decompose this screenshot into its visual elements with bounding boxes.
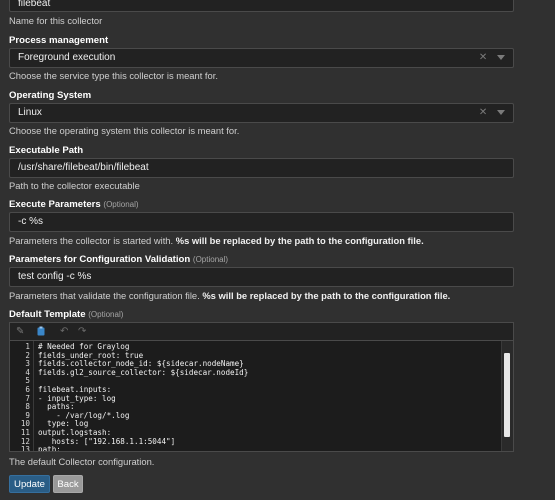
validation-parameters-label-text: Parameters for Configuration Validation xyxy=(9,254,191,265)
redo-icon[interactable]: ↷ xyxy=(78,326,86,337)
execute-parameters-input[interactable]: -c %s xyxy=(9,212,514,232)
operating-system-help: Choose the operating system this collect… xyxy=(9,125,240,136)
execute-parameters-value: -c %s xyxy=(18,216,43,227)
execute-parameters-label: Execute Parameters (Optional) xyxy=(9,199,139,210)
process-management-label: Process management xyxy=(9,35,109,46)
scrollbar-thumb[interactable] xyxy=(504,353,510,437)
copy-icon[interactable] xyxy=(37,326,45,339)
update-button[interactable]: Update xyxy=(9,475,50,493)
execute-parameters-label-text: Execute Parameters xyxy=(9,199,101,210)
clear-icon[interactable]: ✕ xyxy=(479,52,487,63)
line-number: 13 xyxy=(20,445,30,452)
code-line: path: xyxy=(38,445,61,452)
help-bold-text: %s will be replaced by the path to the c… xyxy=(202,290,451,301)
default-template-label: Default Template (Optional) xyxy=(9,309,123,320)
back-button[interactable]: Back xyxy=(53,475,83,493)
validation-parameters-value: test config -c %s xyxy=(18,271,92,282)
pencil-icon[interactable]: ✎ xyxy=(16,326,24,337)
operating-system-value: Linux xyxy=(18,107,42,118)
editor-scrollbar[interactable] xyxy=(501,341,513,451)
process-management-value: Foreground execution xyxy=(18,52,116,63)
execute-parameters-help: Parameters the collector is started with… xyxy=(9,235,424,246)
process-management-help: Choose the service type this collector i… xyxy=(9,70,218,81)
clear-icon[interactable]: ✕ xyxy=(479,107,487,118)
undo-icon[interactable]: ↶ xyxy=(60,326,68,337)
code-editor[interactable]: 1 2 3 4 5 6 7 8 9 10 11 12 13 # Needed for Graylog fi… xyxy=(9,341,514,452)
process-management-select[interactable]: Foreground execution ✕ xyxy=(9,48,514,68)
validation-parameters-label: Parameters for Configuration Validation … xyxy=(9,254,228,265)
editor-toolbar: ✎ ↶ ↷ xyxy=(9,322,514,341)
code-line: hosts: ["192.168.1.1:5044"] xyxy=(38,436,176,446)
executable-path-value: /usr/share/filebeat/bin/filebeat xyxy=(18,162,149,173)
help-bold-text: %s will be replaced by the path to the c… xyxy=(175,235,424,246)
help-text: Parameters the collector is started with… xyxy=(9,235,176,246)
code-line: - /var/log/*.log xyxy=(38,410,130,420)
validation-parameters-help: Parameters that validate the configurati… xyxy=(9,290,450,301)
collector-name-input[interactable]: filebeat xyxy=(9,0,514,12)
validation-parameters-input[interactable]: test config -c %s xyxy=(9,267,514,287)
default-template-help: The default Collector configuration. xyxy=(9,456,155,467)
executable-path-input[interactable]: /usr/share/filebeat/bin/filebeat xyxy=(9,158,514,178)
code-line: - input_type: log xyxy=(38,393,116,403)
line-number-gutter: 1 2 3 4 5 6 7 8 9 10 11 12 13 xyxy=(10,341,34,451)
collector-name-help: Name for this collector xyxy=(9,15,103,26)
operating-system-select[interactable]: Linux ✕ xyxy=(9,103,514,123)
executable-path-label: Executable Path xyxy=(9,145,84,156)
help-text: Parameters that validate the configurati… xyxy=(9,290,203,301)
operating-system-label: Operating System xyxy=(9,90,92,101)
chevron-down-icon[interactable] xyxy=(497,107,505,118)
code-line: fields.gl2_source_collector: ${sidecar.n… xyxy=(38,367,249,377)
optional-tag: (Optional) xyxy=(88,310,124,319)
optional-tag: (Optional) xyxy=(103,200,139,209)
executable-path-help: Path to the collector executable xyxy=(9,180,140,191)
optional-tag: (Optional) xyxy=(192,255,229,264)
default-template-label-text: Default Template xyxy=(9,309,86,320)
collector-name-value: filebeat xyxy=(18,0,51,9)
chevron-down-icon[interactable] xyxy=(497,52,505,63)
code-content[interactable]: # Needed for Graylog fields_under_root: t… xyxy=(38,341,499,451)
